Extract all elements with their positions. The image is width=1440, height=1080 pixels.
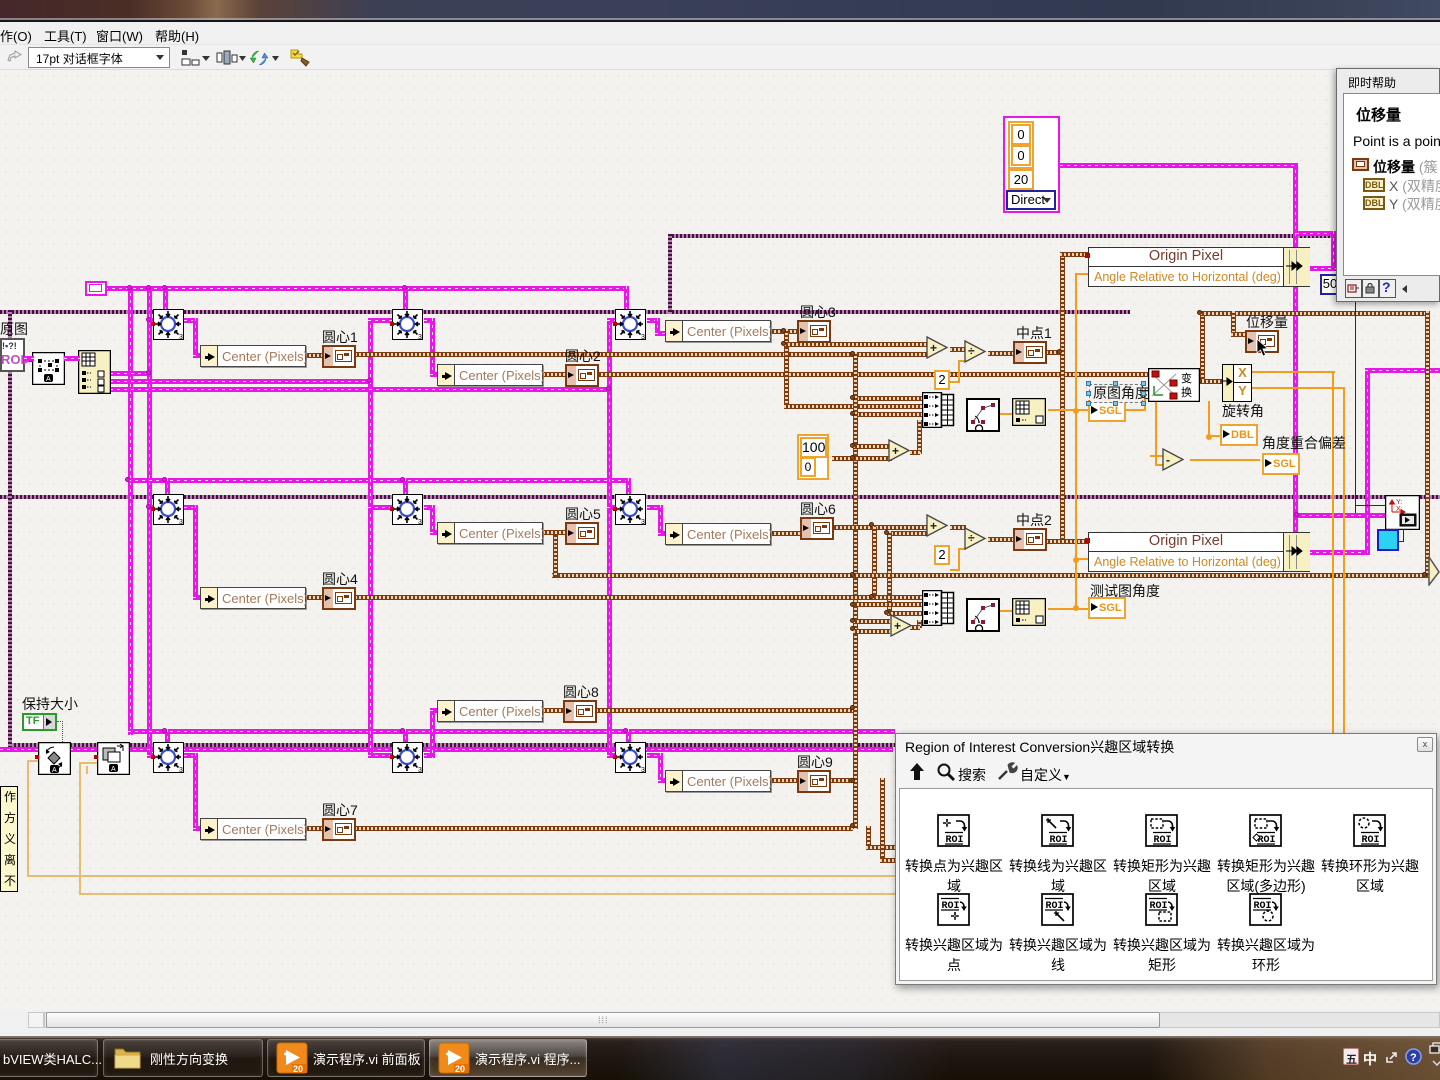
svg-text:÷: ÷ [968, 531, 975, 545]
svg-text:A: A [52, 767, 57, 774]
svg-text:ROI: ROI [942, 901, 960, 912]
svg-text:ROI: ROI [1258, 835, 1276, 846]
svg-text:ROI: ROI [1154, 835, 1172, 846]
svg-text:Y:: Y: [1396, 499, 1402, 506]
svg-text:ROI: ROI [946, 835, 964, 846]
svg-text:A: A [46, 376, 51, 383]
svg-text:?: ? [1410, 1052, 1417, 1064]
svg-text:A: A [111, 766, 116, 773]
svg-text:+: + [930, 341, 937, 355]
svg-text:换: 换 [1181, 385, 1192, 399]
svg-text:-: - [1166, 453, 1170, 467]
svg-text:ROI: ROI [1050, 835, 1068, 846]
svg-text:ROI: ROI [1362, 835, 1380, 846]
svg-text:变: 变 [1181, 371, 1192, 385]
svg-text:ROI: ROI [1046, 901, 1064, 912]
svg-text:+: + [894, 619, 901, 633]
svg-text:+: + [892, 444, 899, 458]
svg-text:ROI: ROI [1150, 901, 1168, 912]
svg-text:+: + [930, 519, 937, 533]
svg-text:÷: ÷ [968, 344, 975, 358]
svg-text:20: 20 [293, 1064, 303, 1074]
svg-text:X:: X: [1396, 506, 1403, 513]
svg-text:20: 20 [455, 1064, 465, 1074]
